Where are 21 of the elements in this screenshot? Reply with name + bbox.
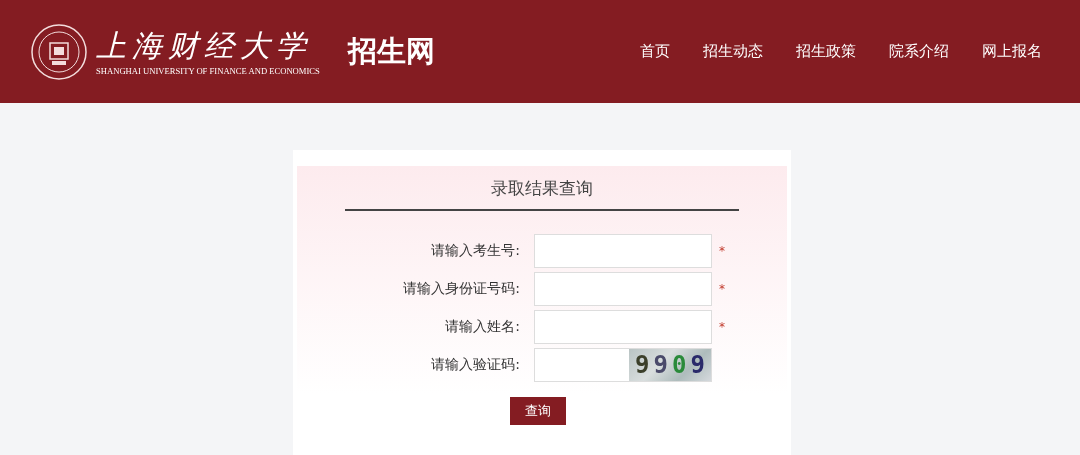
nav-link[interactable]: 院系介绍 <box>889 42 949 61</box>
field-label: 请输入验证码: <box>430 356 520 374</box>
nav-link[interactable]: 网上报名 <box>982 42 1042 61</box>
input-field[interactable] <box>534 234 712 268</box>
field-label: 请输入姓名: <box>444 318 520 336</box>
field-label: 请输入考生号: <box>430 242 520 260</box>
field-label: 请输入身份证号码: <box>402 280 520 298</box>
university-english-name: SHANGHAI UNIVERSITY OF FINANCE AND ECONOMICS <box>96 65 320 76</box>
required-mark: * <box>719 282 726 296</box>
site-title: 招生网 <box>347 32 435 70</box>
search-button[interactable]: 查询 <box>510 397 566 425</box>
input-field[interactable] <box>534 310 712 344</box>
nav-link[interactable]: 招生动态 <box>703 42 763 61</box>
input-field[interactable] <box>534 272 712 306</box>
required-mark: * <box>719 244 726 258</box>
university-name: 上海财经大学 <box>96 27 313 64</box>
university-seal-icon <box>30 22 88 81</box>
nav-link[interactable]: 首页 <box>640 42 670 61</box>
form-title: 录取结果查询 <box>491 177 593 200</box>
nav-link[interactable]: 招生政策 <box>796 42 856 61</box>
required-mark: * <box>719 320 726 334</box>
